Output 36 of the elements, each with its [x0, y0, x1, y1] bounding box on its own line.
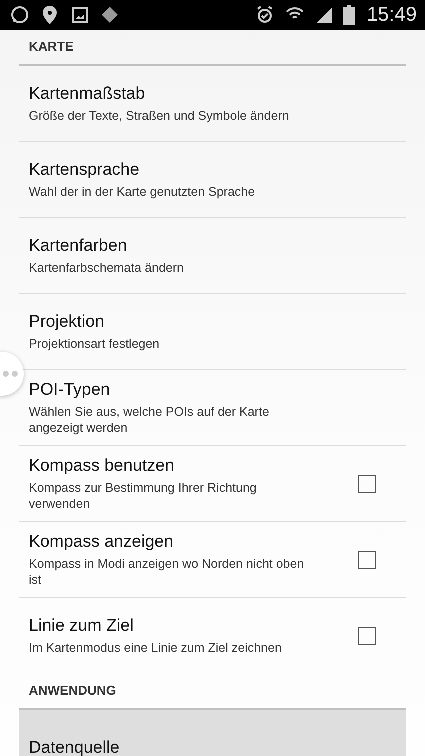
- item-title: POI-Typen: [29, 380, 112, 400]
- image-icon: [70, 5, 90, 25]
- item-summary: Im Kartenmodus eine Linie zum Ziel zeichnen: [29, 640, 283, 656]
- settings-item[interactable]: Kartensprache Wahl der in der Karte genutzten Sprache: [19, 142, 406, 218]
- item-summary: Wahl der in der Karte genutzten Sprache: [29, 184, 256, 200]
- settings-item[interactable]: Kartenfarben Kartenfarbschemata ändern: [19, 218, 406, 294]
- item-title: Linie zum Ziel: [29, 616, 135, 636]
- settings-item[interactable]: Kartenmaßstab Größe der Texte, Straßen und Symbole ändern: [19, 66, 406, 142]
- settings-item[interactable]: Linie zum Ziel Im Kartenmodus eine Linie zum Ziel zeichnen: [19, 598, 406, 674]
- item-title: Kartenmaßstab: [29, 84, 146, 104]
- settings-item[interactable]: Kompass benutzen Kompass zur Bestimmung Ihrer Richtung verwenden: [19, 446, 406, 522]
- item-summary: Kartenfarbschemata ändern: [29, 260, 185, 276]
- alarm-icon: [254, 5, 275, 25]
- item-summary: Projektionsart festlegen: [29, 336, 161, 352]
- item-summary: Kompass in Modi anzeigen wo Norden nicht oben ist: [29, 556, 306, 588]
- item-title: Kompass anzeigen: [29, 532, 175, 552]
- location-pin-icon: [40, 5, 60, 25]
- section-header: KARTE: [19, 30, 406, 66]
- item-title: Kompass benutzen: [29, 456, 176, 476]
- settings-item[interactable]: Kompass anzeigen Kompass in Modi anzeigen wo Norden nicht oben ist: [19, 522, 406, 598]
- item-summary: Wählen Sie aus, welche POIs auf der Karte angezeigt werden: [29, 404, 270, 436]
- checkbox[interactable]: [358, 550, 376, 568]
- chat-icon: [10, 5, 30, 25]
- item-title: Projektion: [29, 312, 106, 332]
- item-summary: Kompass zur Bestimmung Ihrer Richtung verwenden: [29, 480, 258, 512]
- battery-icon: [342, 5, 355, 25]
- more-icon: [0, 371, 18, 377]
- checkbox[interactable]: [358, 474, 376, 492]
- status-time: 15:49: [366, 4, 417, 26]
- signal-icon: [314, 6, 333, 24]
- checkbox[interactable]: [358, 627, 376, 645]
- settings-item[interactable]: Projektion Projektionsart festlegen: [19, 294, 406, 370]
- item-title: Kartensprache: [29, 160, 141, 180]
- item-title: Kartenfarben: [29, 236, 128, 256]
- item-summary: Größe der Texte, Straßen und Symbole ändern: [29, 108, 290, 124]
- app-icon: [100, 5, 120, 25]
